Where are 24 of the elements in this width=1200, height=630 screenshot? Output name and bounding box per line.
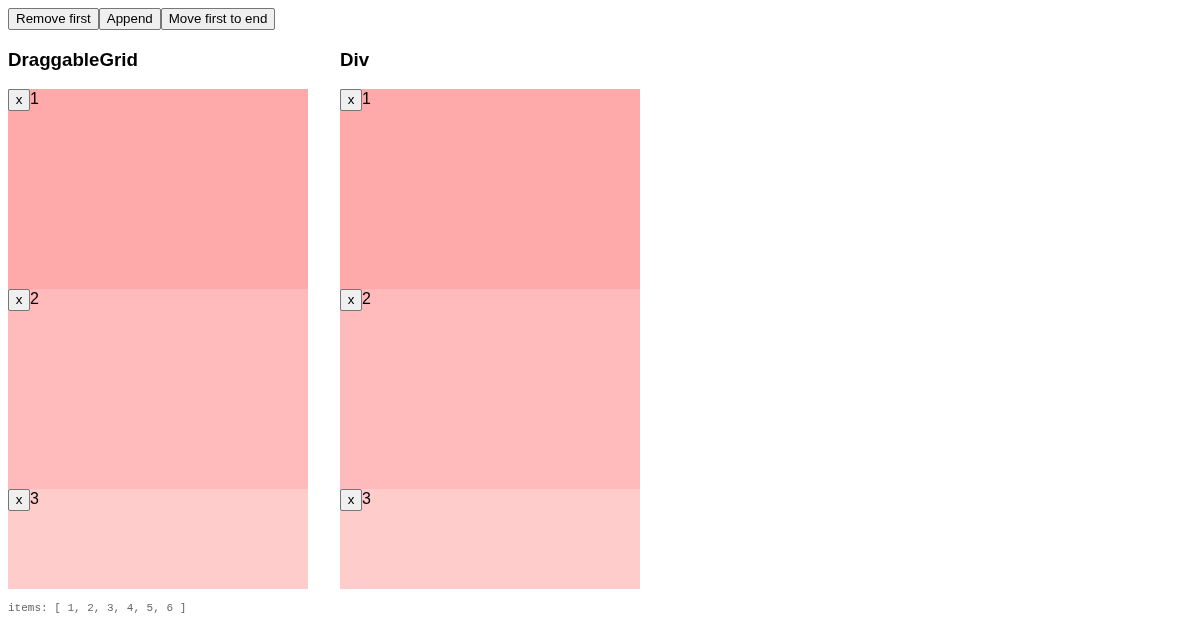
remove-button[interactable]: x — [340, 288, 362, 311]
remove-button[interactable]: x — [8, 488, 30, 511]
item-label: 3 — [362, 488, 371, 509]
remove-button[interactable]: x — [340, 488, 362, 511]
grid-item[interactable]: x 1 — [340, 88, 640, 289]
grid-item[interactable]: x 3 — [8, 488, 308, 589]
grid-item[interactable]: x 2 — [340, 288, 640, 489]
remove-button[interactable]: x — [8, 88, 30, 111]
item-label: 2 — [30, 288, 39, 309]
grid-item[interactable]: x 1 — [8, 88, 308, 289]
panel-heading: DraggableGrid — [8, 48, 139, 71]
panel-heading: Div — [340, 48, 371, 71]
grid-item[interactable]: x 3 — [340, 488, 640, 589]
grid-item[interactable]: x 2 — [8, 288, 308, 489]
item-label: 3 — [30, 488, 39, 509]
item-label: 1 — [362, 88, 371, 109]
item-label: 2 — [362, 288, 371, 309]
remove-button[interactable]: x — [340, 88, 362, 111]
remove-button[interactable]: x — [8, 288, 30, 311]
items-readout: items: [ 1, 2, 3, 4, 5, 6 ] — [8, 600, 187, 615]
toolbar-button[interactable]: Remove first — [8, 8, 99, 30]
toolbar-button[interactable]: Append — [98, 8, 161, 30]
toolbar-button[interactable]: Move first to end — [160, 8, 276, 30]
item-label: 1 — [30, 88, 39, 109]
